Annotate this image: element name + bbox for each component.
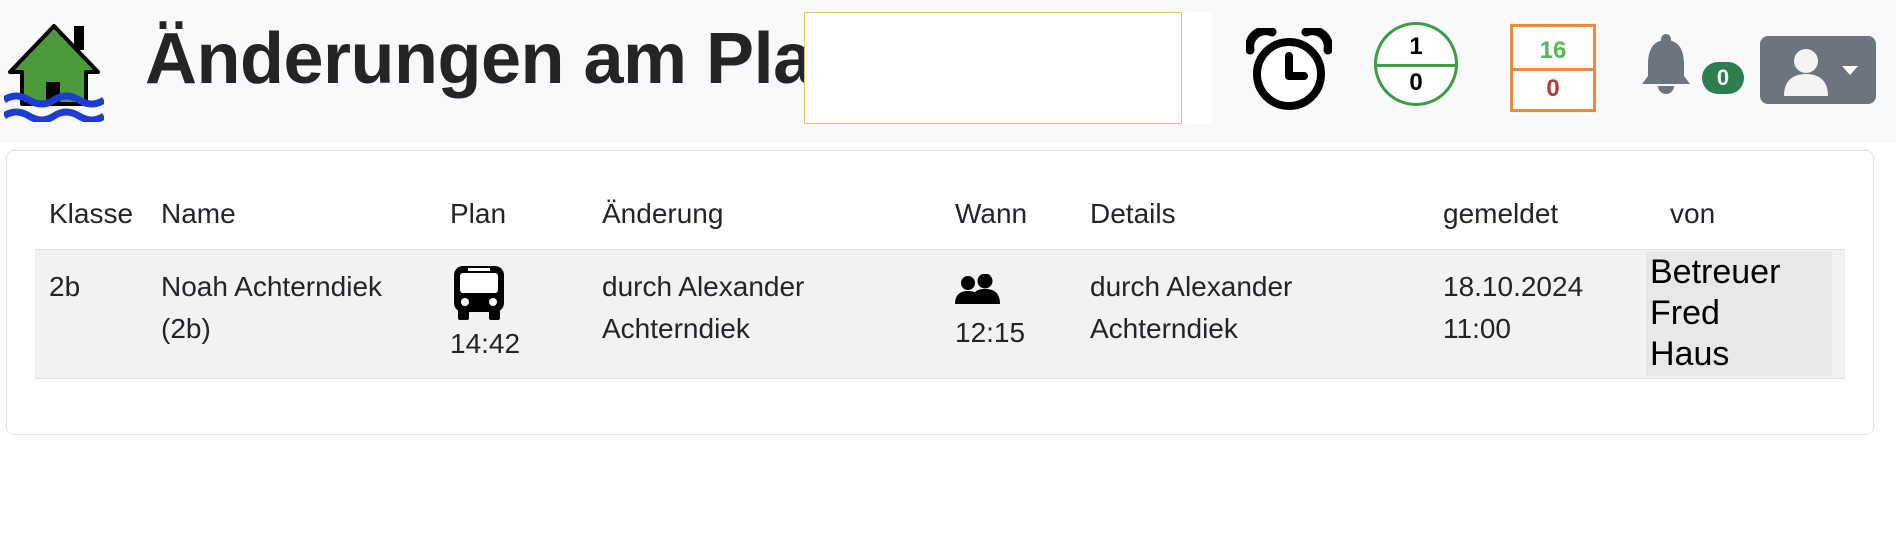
cell-von-line1: Betreuer <box>1650 253 1781 291</box>
search-input[interactable] <box>804 12 1182 124</box>
column-header-klasse[interactable]: Klasse <box>49 198 133 230</box>
cell-gemeldet-date: 18.10.2024 <box>1443 271 1584 302</box>
cell-details-line2: Achterndiek <box>1090 313 1238 344</box>
search-area[interactable] <box>804 12 1212 124</box>
circle-counter-bottom: 0 <box>1409 69 1423 96</box>
cell-von-line3: Haus <box>1650 335 1730 373</box>
circle-counter-top: 1 <box>1409 33 1423 60</box>
user-menu-button[interactable] <box>1760 36 1876 104</box>
column-header-von[interactable]: von <box>1670 198 1715 230</box>
cell-von: Betreuer Fred Haus <box>1650 252 1780 375</box>
cell-wann-time: 12:15 <box>955 317 1026 348</box>
house-flood-icon[interactable] <box>4 20 104 122</box>
bus-icon <box>454 266 504 320</box>
circle-counter[interactable]: 1 0 <box>1374 22 1458 106</box>
chevron-down-icon <box>1842 66 1858 75</box>
column-header-gemeldet[interactable]: gemeldet <box>1443 198 1558 230</box>
cell-details-line1: durch Alexander <box>1090 271 1293 302</box>
box-counter[interactable]: 16 0 <box>1510 24 1596 112</box>
column-header-name[interactable]: Name <box>161 198 236 230</box>
cell-von-line2: Fred <box>1650 294 1720 332</box>
cell-name-line2: (2b) <box>161 313 211 344</box>
people-icon <box>955 274 1000 304</box>
cell-aenderung-line1: durch Alexander <box>602 271 805 302</box>
column-header-details[interactable]: Details <box>1090 198 1176 230</box>
cell-gemeldet-time: 11:00 <box>1443 313 1511 344</box>
row-divider-bottom <box>35 378 1845 379</box>
notification-count-badge: 0 <box>1702 62 1744 94</box>
box-counter-top: 16 <box>1539 37 1567 64</box>
box-counter-bottom: 0 <box>1546 75 1560 102</box>
cell-klasse: 2b <box>49 271 81 302</box>
column-header-plan[interactable]: Plan <box>450 198 506 230</box>
column-header-aenderung[interactable]: Änderung <box>602 198 723 230</box>
column-header-wann[interactable]: Wann <box>955 198 1027 230</box>
circle-counter-divider <box>1377 64 1455 67</box>
page-title: Änderungen am Plan <box>145 19 857 99</box>
cell-plan-time: 14:42 <box>450 328 521 359</box>
cell-name-line1: Noah Achterndiek <box>161 271 383 302</box>
bell-icon[interactable] <box>1640 34 1692 94</box>
box-counter-divider <box>1513 68 1593 71</box>
alarm-clock-icon[interactable] <box>1246 28 1332 112</box>
cell-aenderung-line2: Achterndiek <box>602 313 750 344</box>
user-avatar-icon <box>1784 49 1828 96</box>
